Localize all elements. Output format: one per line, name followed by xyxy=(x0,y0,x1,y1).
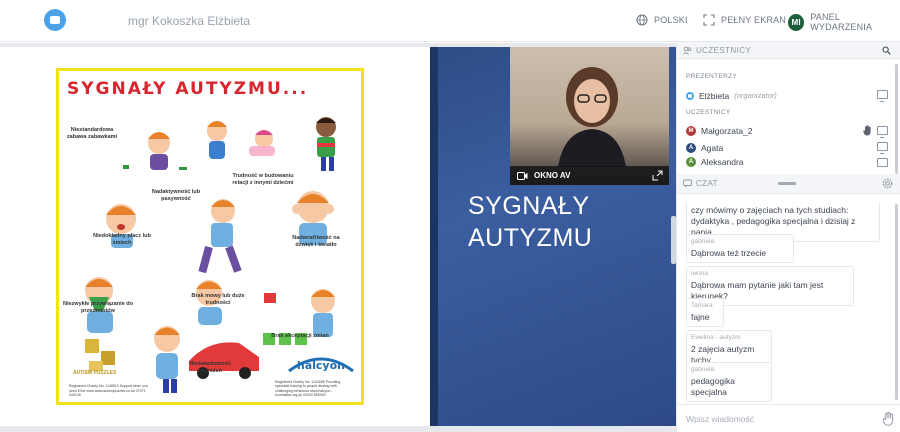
search-icon[interactable] xyxy=(882,46,891,55)
participants-scrollbar[interactable] xyxy=(895,64,898,174)
users-icon xyxy=(683,46,692,55)
participant-avatar: A xyxy=(686,142,696,153)
participant-name: Agata xyxy=(701,142,724,153)
participant-row[interactable]: A Aleksandra xyxy=(686,157,896,168)
presenter-row[interactable]: Elżbieta (organizator) xyxy=(686,88,896,103)
poster-label: Niezwykłe przywiązanie do przedmiotów xyxy=(63,301,133,314)
presenter-actions xyxy=(877,90,888,102)
screen-icon[interactable] xyxy=(877,158,888,167)
event-panel-label: PANEL WYDARZENIA xyxy=(810,12,873,32)
presenters-section-label: PREZENTERZY xyxy=(686,73,737,80)
screen-icon[interactable] xyxy=(877,142,888,154)
presenter-video-image xyxy=(558,67,626,167)
fullscreen-icon xyxy=(703,14,715,26)
side-panel: UCZESTNICY PREZENTERZY Elżbieta (organiz… xyxy=(676,42,900,432)
poster-label: Nieświadomość zagrożeń xyxy=(189,361,231,374)
chat-messages: czy mówimy o zajęciach na tych studiach:… xyxy=(677,198,900,404)
drag-handle[interactable] xyxy=(778,182,796,185)
chat-input[interactable]: Wpisz wiadomość xyxy=(677,404,900,432)
webinar-app: mgr Kokoszka Elżbieta POLSKI PEŁNY EKRAN… xyxy=(0,0,900,432)
chat-input-placeholder: Wpisz wiadomość xyxy=(686,413,755,424)
participant-avatar: A xyxy=(686,157,696,167)
participant-name: Małgorzata_2 xyxy=(701,125,753,136)
presentation-stage: SYGNAŁY AUTYZMU... Niestandardowa zabawa… xyxy=(0,43,676,432)
globe-icon xyxy=(636,14,648,26)
chat-message-author: gabriela xyxy=(691,238,715,245)
top-bar: mgr Kokoszka Elżbieta POLSKI PEŁNY EKRAN… xyxy=(0,0,900,42)
participant-row[interactable]: A Agata xyxy=(686,140,896,155)
poster-label: Brak mowy lub duże trudności xyxy=(191,293,245,306)
chat-message-author: Ewelina - autyzm xyxy=(691,334,741,341)
chat-message: gabriela pedagogika specjalna xyxy=(686,362,772,402)
participant-avatar: M xyxy=(686,125,696,136)
chat-message-author: Tamara xyxy=(691,302,713,309)
participants-header[interactable]: UCZESTNICY xyxy=(677,42,900,59)
participant-name: Aleksandra xyxy=(701,157,744,167)
poster-label: Niedokładny płacz lub śmiech xyxy=(93,233,151,246)
expand-icon[interactable] xyxy=(652,170,663,181)
chat-message-author: gabriela xyxy=(691,366,715,373)
fullscreen-label: PEŁNY EKRAN xyxy=(721,15,787,25)
chat-message: Tamara fajne xyxy=(686,298,724,327)
poster-label: Trudność w budowaniu relacji z innymi dz… xyxy=(232,173,294,186)
slide-title-line: AUTYZMU xyxy=(468,224,593,252)
language-button[interactable]: POLSKI xyxy=(636,14,688,26)
participant-row[interactable]: M Małgorzata_2 xyxy=(686,123,896,138)
chat-message-text: Dąbrowa też trzecie xyxy=(691,248,767,258)
video-toolbar: OKNO AV xyxy=(510,166,669,185)
stage-divider xyxy=(0,426,676,432)
raised-hand-icon[interactable] xyxy=(863,125,872,136)
presenter-name-label: Elżbieta xyxy=(699,90,730,101)
participant-actions xyxy=(863,125,888,138)
autism-poster: SYGNAŁY AUTYZMU... Niestandardowa zabawa… xyxy=(56,68,364,405)
presenter-status-icon xyxy=(686,91,694,100)
chat-message-author: iwona xyxy=(691,270,708,277)
fullscreen-button[interactable]: PEŁNY EKRAN xyxy=(703,14,786,26)
chat-message-text: pedagogika specjalna xyxy=(691,376,735,397)
video-label: OKNO AV xyxy=(534,171,571,180)
participants-section-label: UCZESTNICY xyxy=(686,109,731,116)
chat-icon xyxy=(683,179,692,188)
poster-label: Brak akceptacji zmian xyxy=(271,333,329,339)
raise-hand-icon[interactable] xyxy=(882,412,895,426)
slide-edge xyxy=(430,47,438,426)
chat-scrollbar[interactable] xyxy=(895,204,898,400)
slide-title-line: SYGNAŁY xyxy=(468,192,590,220)
slide-title: SYGNAŁY AUTYZMU xyxy=(468,190,592,254)
language-label: POLSKI xyxy=(654,15,688,25)
charity-info-right: Registered Charity No: 1141655 Providing… xyxy=(275,379,341,398)
video-window[interactable]: OKNO AV xyxy=(510,47,669,185)
camera-icon xyxy=(517,171,528,180)
autism-puzzles-logo: AUTISM PUZZLES xyxy=(73,370,117,376)
poster-label: Nadwrażliwość na dźwięk i światło xyxy=(292,235,340,248)
halcyon-logo: halcyon xyxy=(296,359,345,372)
poster-label: Niestandardowa zabawa zabawkami xyxy=(66,127,118,140)
gear-icon[interactable] xyxy=(882,178,893,189)
poster-label: Nadaktywność lub pasywność xyxy=(151,189,201,202)
participants-header-label: UCZESTNICY xyxy=(696,45,752,55)
chat-message-text: fajne xyxy=(691,312,710,322)
presenter-name: mgr Kokoszka Elżbieta xyxy=(128,14,251,28)
chat-header-label: CZAT xyxy=(696,179,718,188)
presenter-role: (organizator) xyxy=(734,91,777,100)
screen-icon[interactable] xyxy=(877,126,888,138)
participant-actions xyxy=(877,142,888,154)
app-logo-icon[interactable] xyxy=(44,9,66,31)
chat-message: gabriela Dąbrowa też trzecie xyxy=(686,234,794,263)
screen-icon[interactable] xyxy=(877,90,888,102)
user-avatar: MI xyxy=(788,13,805,31)
chat-header[interactable]: CZAT xyxy=(677,174,900,194)
event-panel-button[interactable]: MI PANEL WYDARZENIA xyxy=(788,12,900,32)
charity-info-left: Registered Charity No: 1148010 Support w… xyxy=(69,384,148,398)
participant-actions xyxy=(877,158,888,167)
